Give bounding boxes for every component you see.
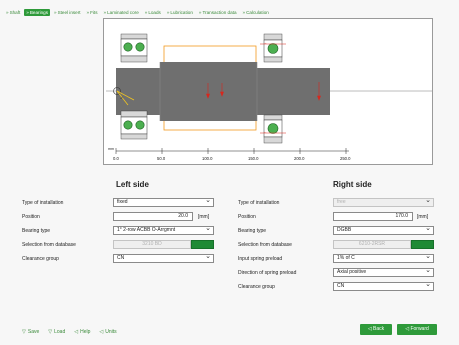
left-database-field: 3210 BD: [113, 240, 191, 249]
load-icon: ▽: [48, 329, 53, 335]
left-position-input[interactable]: 20.0: [113, 212, 193, 221]
shaft-segment-left: [116, 68, 162, 115]
right-bearing-type-select[interactable]: DGBB: [333, 226, 434, 235]
tab-transaction-data[interactable]: »Transaction data: [197, 9, 239, 16]
right-side-title: Right side: [333, 180, 372, 189]
right-installation-label: Type of installation: [238, 200, 280, 206]
tab-fits[interactable]: »Fits: [85, 9, 100, 16]
right-position-unit: [mm]: [417, 214, 429, 220]
left-position-unit: [mm]: [198, 214, 210, 220]
left-bearing-top: [120, 33, 148, 63]
shaft-segment-rotor: [160, 62, 257, 121]
axis-tick-label: 200.0: [294, 156, 305, 161]
tab-laminated-core[interactable]: »Laminated core: [102, 9, 141, 16]
right-spring-preload-label: Input spring preload: [238, 256, 283, 262]
left-bearing-bottom: [120, 110, 148, 140]
left-clearance-label: Clearance group: [22, 256, 59, 262]
axis-tick-label: 0.0: [113, 156, 119, 161]
load-button[interactable]: ▽ Load: [48, 329, 65, 335]
axis-tick-label: 250.0: [340, 156, 351, 161]
axis-tick-label: 150.0: [248, 156, 259, 161]
shaft-bearing-drawing: → ← ↙ mm 0.0 50.0 100.0 150.0 200.0 250.…: [103, 18, 433, 165]
right-spring-preload-select[interactable]: 1% of C: [333, 254, 434, 263]
left-database-button[interactable]: [191, 240, 214, 249]
right-bearing-top: →: [260, 33, 286, 63]
left-installation-label: Type of installation: [22, 200, 64, 206]
left-bearing-type-label: Bearing type: [22, 228, 51, 234]
save-button[interactable]: ▽ Save: [22, 329, 39, 335]
forward-button[interactable]: ◁ Forward: [397, 324, 437, 335]
right-position-input[interactable]: 170.0: [333, 212, 413, 221]
axis-tick-label: 100.0: [202, 156, 213, 161]
svg-text:←: ←: [263, 129, 267, 134]
left-bearing-type-select[interactable]: 1° 2-row ACBB O-Arrgmnt: [113, 226, 214, 235]
tab-navigation: »Shaft »Bearings »Steel insert »Fits »La…: [4, 7, 271, 17]
svg-text:→: →: [263, 40, 267, 45]
right-bearing-type-label: Bearing type: [238, 228, 267, 234]
bearing-config-page: »Shaft »Bearings »Steel insert »Fits »La…: [0, 0, 459, 345]
tab-loads[interactable]: »Loads: [143, 9, 163, 16]
units-button[interactable]: ◁ Units: [99, 329, 116, 335]
right-installation-select: free: [333, 198, 434, 207]
help-icon: ◁: [74, 329, 79, 335]
right-bearing-bottom: ←: [260, 114, 286, 144]
right-database-button[interactable]: [411, 240, 434, 249]
axis-unit-label: mm: [108, 147, 114, 151]
right-spring-direction-label: Direction of spring preload: [238, 270, 297, 276]
tab-shaft[interactable]: »Shaft: [4, 9, 22, 16]
units-icon: ◁: [99, 329, 104, 335]
right-database-label: Selection from database: [238, 242, 292, 248]
right-position-label: Position: [238, 214, 256, 220]
help-button[interactable]: ◁ Help: [74, 329, 90, 335]
back-button[interactable]: ◁ Back: [360, 324, 392, 335]
axis-tick-label: 50.0: [157, 156, 166, 161]
tab-calculation[interactable]: »Calculation: [241, 9, 271, 16]
left-installation-select[interactable]: fixed: [113, 198, 214, 207]
left-clearance-select[interactable]: CN: [113, 254, 214, 263]
svg-text:↙: ↙: [120, 95, 123, 100]
left-database-label: Selection from database: [22, 242, 76, 248]
tab-lubrication[interactable]: »Lubrication: [165, 9, 195, 16]
footer-actions: ▽ Save ▽ Load ◁ Help ◁ Units: [22, 329, 117, 335]
left-position-label: Position: [22, 214, 40, 220]
tab-steel-insert[interactable]: »Steel insert: [52, 9, 83, 16]
tab-bearings[interactable]: »Bearings: [24, 8, 50, 16]
right-clearance-label: Clearance group: [238, 284, 275, 290]
left-side-title: Left side: [116, 180, 149, 189]
save-icon: ▽: [22, 329, 26, 335]
right-clearance-select[interactable]: CN: [333, 282, 434, 291]
right-database-field: 6210-2RSR: [333, 240, 411, 249]
shaft-diagram-svg: → ← ↙ mm 0.0 50.0 100.0 150.0 200.0 250.…: [106, 33, 432, 161]
right-spring-direction-select[interactable]: Axial positive: [333, 268, 434, 277]
position-axis: mm 0.0 50.0 100.0 150.0 200.0 250.0: [108, 147, 351, 161]
